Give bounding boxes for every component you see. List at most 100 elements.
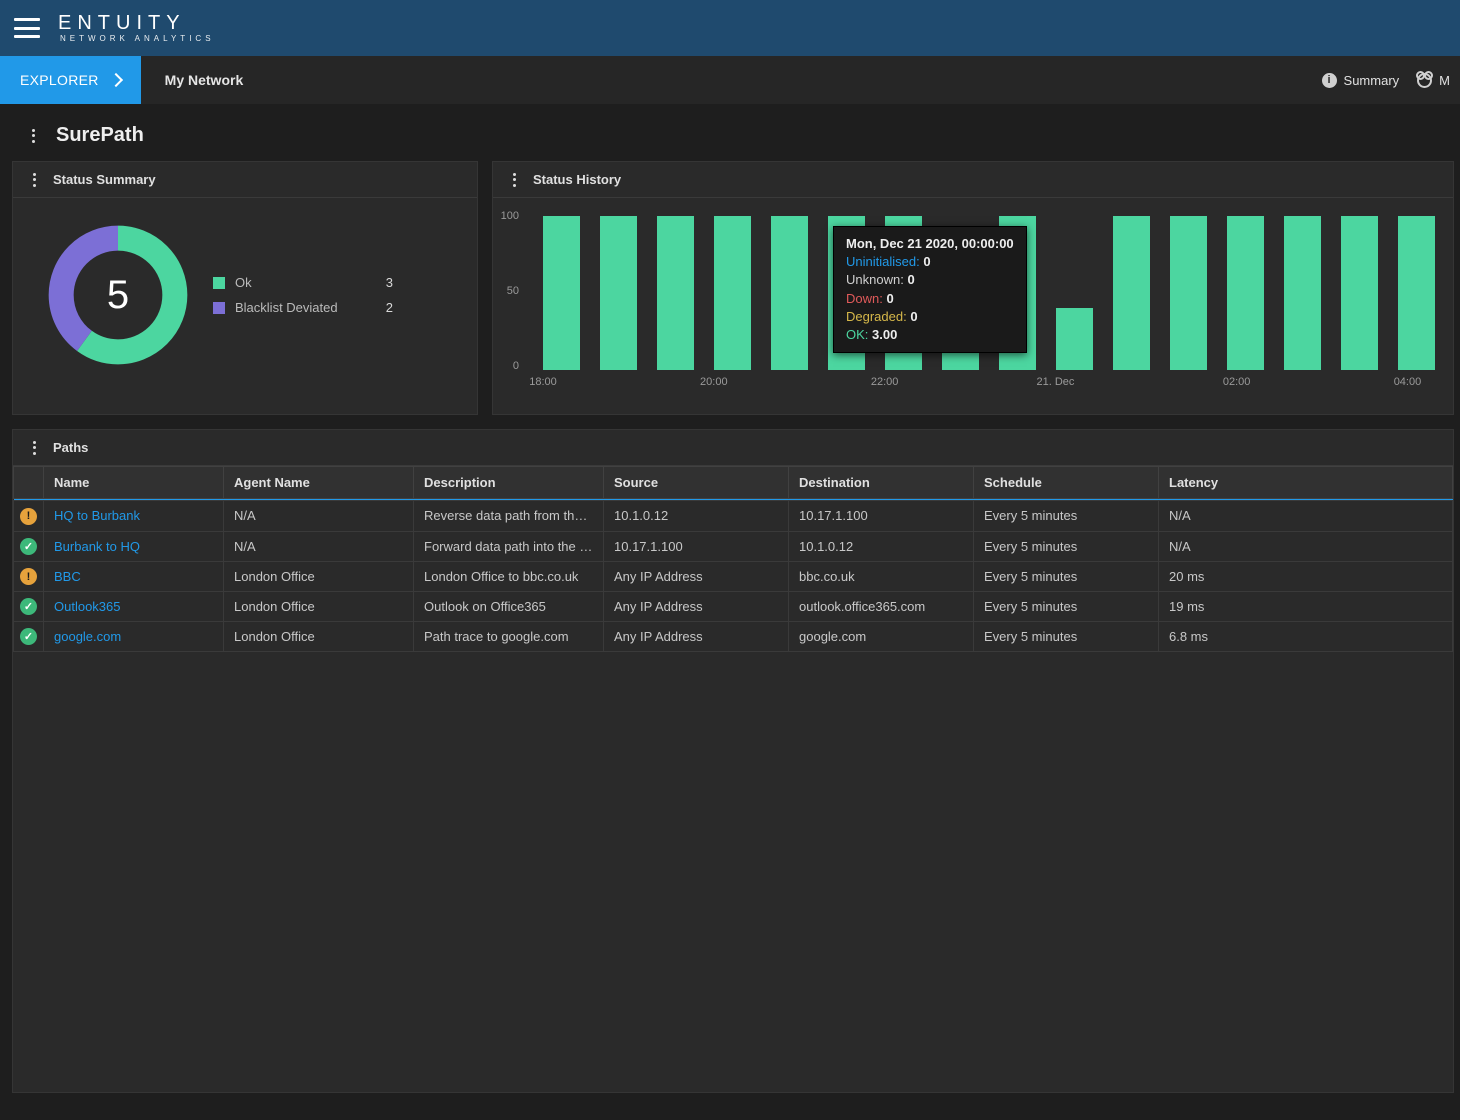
sched-cell: Every 5 minutes — [974, 561, 1159, 592]
paths-header: Paths — [13, 430, 1453, 466]
explorer-button[interactable]: EXPLORER — [0, 56, 141, 104]
brand-logo: ENTUITY NETWORK ANALYTICS — [58, 13, 215, 43]
table-row[interactable]: !HQ to BurbankN/AReverse data path from … — [14, 501, 1453, 532]
name-cell[interactable]: HQ to Burbank — [44, 501, 224, 532]
lat-cell: 19 ms — [1159, 592, 1453, 622]
donut-total: 5 — [43, 220, 193, 370]
status-history-chart[interactable]: 050100 18:0020:0022:0021. Dec02:0004:00 … — [523, 216, 1435, 386]
dst-cell: google.com — [789, 622, 974, 652]
lat-cell: N/A — [1159, 501, 1453, 532]
tooltip-row: Unknown: 0 — [846, 271, 1014, 289]
check-icon: ✓ — [20, 628, 37, 645]
agent-cell: N/A — [224, 501, 414, 532]
name-cell[interactable]: google.com — [44, 622, 224, 652]
chart-bar[interactable] — [1398, 216, 1435, 370]
nav-schedule[interactable]: M — [1417, 73, 1450, 88]
status-history-panel: Status History 050100 18:0020:0022:0021.… — [492, 161, 1454, 415]
column-header[interactable]: Name — [44, 467, 224, 499]
lat-cell: 6.8 ms — [1159, 622, 1453, 652]
table-row[interactable]: !BBCLondon OfficeLondon Office to bbc.co… — [14, 561, 1453, 592]
legend-label: Ok — [235, 275, 252, 290]
status-cell: ! — [14, 501, 44, 532]
agent-cell: London Office — [224, 592, 414, 622]
column-header[interactable]: Destination — [789, 467, 974, 499]
legend-value: 3 — [386, 275, 413, 290]
nav-summary[interactable]: i Summary — [1322, 73, 1400, 88]
name-cell[interactable]: BBC — [44, 561, 224, 592]
table-row[interactable]: ✓Outlook365London OfficeOutlook on Offic… — [14, 592, 1453, 622]
legend-item[interactable]: Blacklist Deviated2 — [213, 300, 413, 315]
chart-bar[interactable] — [1056, 308, 1093, 370]
tooltip-row: OK: 3.00 — [846, 326, 1014, 344]
chart-bar[interactable] — [543, 216, 580, 370]
kebab-icon[interactable] — [507, 173, 521, 187]
column-header[interactable]: Agent Name — [224, 467, 414, 499]
column-header[interactable]: Latency — [1159, 467, 1453, 499]
chart-bar[interactable] — [1341, 216, 1378, 370]
status-cell: ! — [14, 561, 44, 592]
breadcrumb[interactable]: My Network — [141, 72, 268, 88]
name-cell[interactable]: Burbank to HQ — [44, 531, 224, 561]
tooltip-row: Degraded: 0 — [846, 308, 1014, 326]
dst-cell: bbc.co.uk — [789, 561, 974, 592]
column-header[interactable]: Source — [604, 467, 789, 499]
legend-label: Blacklist Deviated — [235, 300, 338, 315]
chart-bar[interactable] — [1113, 216, 1150, 370]
nav-summary-label: Summary — [1344, 73, 1400, 88]
x-tick-label: 20:00 — [700, 376, 728, 388]
page-body: SurePath Status Summary 5 — [0, 104, 1460, 1093]
status-col-header[interactable] — [14, 467, 44, 499]
empty-space — [13, 652, 1453, 1092]
desc-cell: Forward data path into the data... — [414, 531, 604, 561]
chart-bar[interactable] — [1170, 216, 1207, 370]
desc-cell: Outlook on Office365 — [414, 592, 604, 622]
sched-cell: Every 5 minutes — [974, 501, 1159, 532]
column-header[interactable]: Schedule — [974, 467, 1159, 499]
chart-bar[interactable] — [771, 216, 808, 370]
lat-cell: 20 ms — [1159, 561, 1453, 592]
name-cell[interactable]: Outlook365 — [44, 592, 224, 622]
brand-subtitle: NETWORK ANALYTICS — [60, 35, 215, 43]
warning-icon: ! — [20, 568, 37, 585]
status-history-header: Status History — [493, 162, 1453, 198]
table-row[interactable]: ✓Burbank to HQN/AForward data path into … — [14, 531, 1453, 561]
x-tick-label: 04:00 — [1394, 376, 1422, 388]
topbar: ENTUITY NETWORK ANALYTICS — [0, 0, 1460, 56]
table-row[interactable]: ✓google.comLondon OfficePath trace to go… — [14, 622, 1453, 652]
alarm-icon — [1417, 73, 1432, 88]
menu-icon[interactable] — [14, 18, 40, 38]
chart-bar[interactable] — [1227, 216, 1264, 370]
y-tick-label: 0 — [513, 360, 519, 372]
desc-cell: Reverse data path from the dat... — [414, 501, 604, 532]
x-tick-label: 02:00 — [1223, 376, 1251, 388]
legend-item[interactable]: Ok 3 — [213, 275, 413, 290]
status-summary-header: Status Summary — [13, 162, 477, 198]
chart-bar[interactable] — [714, 216, 751, 370]
legend-swatch — [213, 277, 225, 289]
status-cell: ✓ — [14, 622, 44, 652]
page-title-row: SurePath — [6, 114, 1460, 161]
chart-bar[interactable] — [600, 216, 637, 370]
status-cell: ✓ — [14, 531, 44, 561]
kebab-icon[interactable] — [27, 173, 41, 187]
sched-cell: Every 5 minutes — [974, 592, 1159, 622]
chart-bar[interactable] — [1284, 216, 1321, 370]
dst-cell: 10.1.0.12 — [789, 531, 974, 561]
paths-table: NameAgent NameDescriptionSourceDestinati… — [13, 466, 1453, 652]
kebab-icon[interactable] — [27, 441, 41, 455]
dst-cell: outlook.office365.com — [789, 592, 974, 622]
y-tick-label: 100 — [501, 210, 519, 222]
desc-cell: London Office to bbc.co.uk — [414, 561, 604, 592]
info-icon: i — [1322, 73, 1337, 88]
tooltip-timestamp: Mon, Dec 21 2020, 00:00:00 — [846, 236, 1014, 251]
status-donut[interactable]: 5 — [43, 220, 193, 370]
chart-bar[interactable] — [657, 216, 694, 370]
kebab-icon[interactable] — [26, 129, 40, 143]
column-header[interactable]: Description — [414, 467, 604, 499]
x-tick-label: 18:00 — [529, 376, 557, 388]
explorer-label: EXPLORER — [20, 72, 99, 88]
brand-name: ENTUITY — [58, 12, 186, 34]
y-tick-label: 50 — [507, 285, 519, 297]
status-summary-panel: Status Summary 5 Ok 3 Blacklist Deviated2 — [12, 161, 478, 415]
chart-tooltip: Mon, Dec 21 2020, 00:00:00 Uninitialised… — [833, 226, 1027, 353]
